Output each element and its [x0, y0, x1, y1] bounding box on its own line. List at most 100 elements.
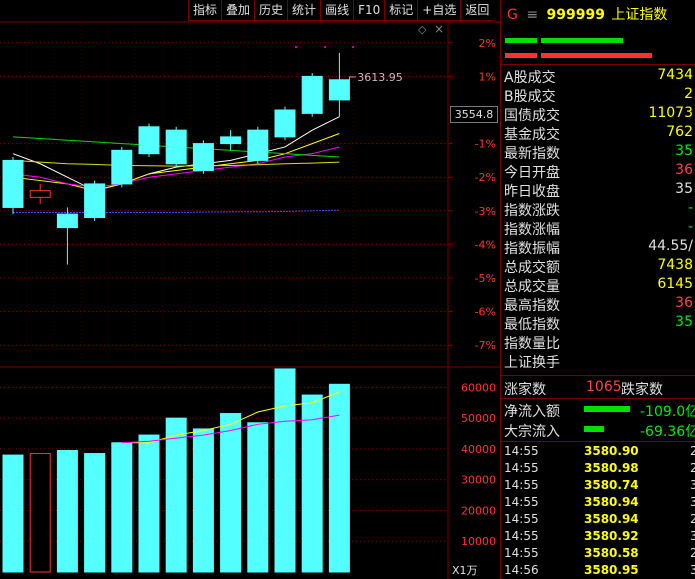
candle-body — [111, 149, 133, 185]
net-inflow-value: -109.0亿 — [640, 404, 695, 420]
stat-row: 最高指数 36 — [504, 295, 695, 314]
stat-label: 指数涨跌 — [504, 203, 560, 219]
up-count: 1065 — [586, 379, 622, 395]
vol-tick-label: 50000 — [461, 412, 496, 425]
stat-label: 基金成交 — [504, 127, 560, 143]
kline-chart-area[interactable]: 2% 1% -1% -2% -3% -4% -5% -6% -7% 60000 50000 40000… — [0, 0, 500, 579]
volume-bar — [56, 449, 78, 573]
stat-value: 35 — [675, 314, 693, 330]
stat-row: 今日开盘 36 — [504, 162, 695, 181]
toolbar-button[interactable]: 统计 — [287, 0, 321, 21]
candle-body — [247, 129, 269, 161]
high-price-annotation: ⌐3613.95 — [348, 71, 403, 84]
toolbar-button[interactable]: 指标 — [188, 0, 222, 21]
stat-row: 总成交额 7438 — [504, 257, 695, 276]
vol-tick-label: 60000 — [461, 381, 496, 394]
tick-time: 14:55 — [504, 512, 539, 526]
toolbar-button[interactable]: 画线 — [320, 0, 354, 21]
stat-label: 上证换手 — [504, 355, 560, 371]
stat-row: B股成交 2 — [504, 86, 695, 105]
stat-label: 指数涨幅 — [504, 222, 560, 238]
candle-body — [192, 143, 214, 171]
stat-row: 最新指数 35 — [504, 143, 695, 162]
stat-row: A股成交 7434 — [504, 67, 695, 86]
tick-price: 3580.94 — [584, 495, 639, 509]
stat-label: 总成交额 — [504, 260, 560, 276]
close-icon[interactable]: × — [434, 23, 444, 35]
index-code: 999999 — [546, 7, 605, 23]
net-inflow-label: 净流入额 — [504, 404, 560, 420]
vol-tick-label: 20000 — [461, 504, 496, 517]
volume-bar — [165, 417, 187, 573]
tick-vol: 3 — [690, 529, 695, 543]
stat-row: 总成交量 6145 — [504, 276, 695, 295]
tick-vol: 2 — [690, 444, 695, 458]
stat-value: 44.55/ — [648, 238, 693, 254]
stat-row: 指数涨幅 - — [504, 219, 695, 238]
tick-row: 14:55 3580.98 2 — [504, 461, 695, 478]
volume-bar — [274, 368, 296, 573]
up-label: 涨家数 — [504, 382, 546, 398]
stat-row: 基金成交 762 — [504, 124, 695, 143]
toolbar-button[interactable]: 叠加 — [221, 0, 255, 21]
marker-dot — [295, 46, 297, 48]
stat-row: 指数量比 — [504, 333, 695, 352]
tick-row: 14:55 3580.94 3 — [504, 495, 695, 512]
net-inflow-row: 净流入额 -109.0亿 — [504, 401, 695, 420]
menu-icon[interactable]: ≡ — [526, 7, 538, 23]
volume-bar — [84, 453, 106, 573]
stat-row: 国债成交 11073 — [504, 105, 695, 124]
toolbar-button[interactable]: 返回 — [460, 0, 494, 21]
breadth-row: 涨家数 1065 跌家数 — [504, 379, 695, 398]
toolbar-button[interactable]: 标记 — [384, 0, 418, 21]
candle-body — [301, 75, 323, 114]
stat-value: 2 — [684, 86, 693, 102]
panel-title: G ≡ 999999 上证指数 — [507, 4, 667, 24]
tick-row: 14:55 3580.90 2 — [504, 444, 695, 461]
tick-price: 3580.90 — [584, 444, 639, 458]
y-tick-label: 1% — [479, 70, 496, 83]
tick-vol: 2 — [690, 512, 695, 526]
stat-value: 7438 — [657, 257, 693, 273]
candle-body — [274, 109, 296, 138]
tick-vol: 3 — [690, 478, 695, 492]
chart-toolbar: 指标 叠加 历史 统计 画线 F10 标记 +自选 返回 — [188, 0, 494, 21]
stat-value: 36 — [675, 295, 693, 311]
y-tick-label: -2% — [475, 171, 496, 184]
tick-time: 14:55 — [504, 478, 539, 492]
candle-body — [138, 126, 160, 155]
diamond-icon[interactable]: ◇ — [418, 24, 428, 35]
volume-bar — [192, 428, 214, 573]
divider-4 — [501, 441, 695, 442]
down-label: 跌家数 — [621, 382, 663, 398]
stat-label: 总成交量 — [504, 279, 560, 295]
volume-bar — [138, 434, 160, 573]
candle-body — [165, 129, 187, 165]
volume-bar — [29, 453, 51, 573]
divider-3 — [501, 398, 695, 399]
stat-value: 762 — [666, 124, 693, 140]
tick-row: 14:55 3580.74 3 — [504, 478, 695, 495]
tick-time: 14:55 — [504, 546, 539, 560]
stat-row: 昨日收盘 35 — [504, 181, 695, 200]
volume-bar — [328, 383, 350, 573]
tick-time: 14:55 — [504, 461, 539, 475]
toolbar-button[interactable]: 历史 — [254, 0, 288, 21]
candle-body — [328, 79, 350, 101]
block-inflow-label: 大宗流入 — [504, 424, 560, 440]
stat-label: 国债成交 — [504, 108, 560, 124]
tick-vol: 3 — [690, 563, 695, 577]
stat-value: 36 — [675, 162, 693, 178]
stat-value: 7434 — [657, 67, 693, 83]
bar-red-1 — [505, 53, 537, 58]
stat-value: - — [687, 200, 693, 216]
tick-price: 3580.58 — [584, 546, 639, 560]
bar-green-1 — [505, 38, 537, 43]
tick-time: 14:55 — [504, 529, 539, 543]
candle-body — [29, 190, 51, 198]
index-info-panel: G ≡ 999999 上证指数 A股成交 7434 B股成交 2 国债成交 11073 基金… — [500, 0, 695, 579]
kline-chart[interactable]: 2% 1% -1% -2% -3% -4% -5% -6% -7% 60000 50000 40000… — [0, 0, 500, 579]
toolbar-button[interactable]: F10 — [353, 0, 385, 21]
toolbar-button[interactable]: +自选 — [417, 0, 461, 21]
tick-time: 14:55 — [504, 444, 539, 458]
